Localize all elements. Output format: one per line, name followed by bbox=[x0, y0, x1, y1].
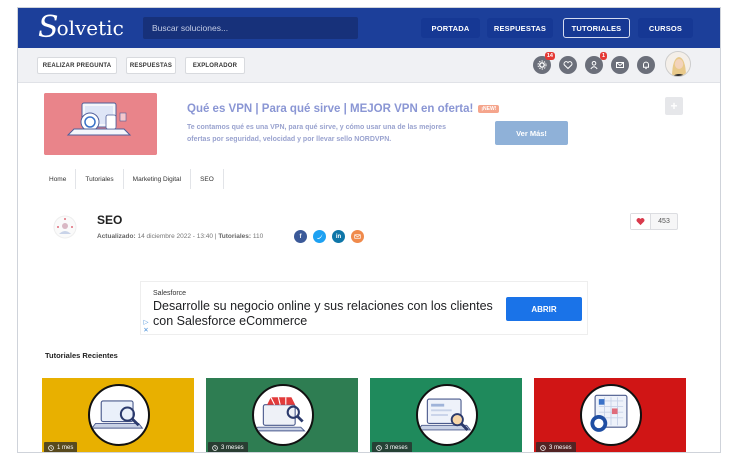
user-toolbar: REALIZAR PREGUNTA RESPUESTAS EXPLORADOR … bbox=[18, 48, 720, 83]
card-time-label: 1 mes bbox=[44, 442, 78, 452]
linkedin-share-icon[interactable]: in bbox=[332, 230, 345, 243]
breadcrumb-home[interactable]: Home bbox=[40, 169, 77, 189]
advertisement[interactable]: Salesforce Desarrolle su negocio online … bbox=[140, 281, 588, 335]
tutorial-card[interactable]: 3 meses bbox=[534, 378, 686, 452]
tutorial-card[interactable]: 1 mes bbox=[42, 378, 194, 452]
card-time-label: 3 meses bbox=[372, 442, 412, 452]
card-illustration bbox=[416, 384, 478, 446]
clock-icon bbox=[212, 445, 218, 451]
ad-choices-icon[interactable]: ▷ ✕ bbox=[141, 319, 151, 336]
email-share-icon[interactable] bbox=[351, 230, 364, 243]
envelope-icon bbox=[354, 234, 361, 239]
clock-icon bbox=[48, 445, 54, 451]
favorite-count: 453 bbox=[658, 218, 670, 225]
favorites-icon[interactable] bbox=[559, 56, 577, 74]
ad-text: Desarrolle su negocio online y sus relac… bbox=[153, 299, 493, 328]
envelope-icon bbox=[616, 62, 624, 68]
breadcrumb-tutoriales[interactable]: Tutoriales bbox=[76, 169, 124, 189]
add-button[interactable]: + bbox=[665, 97, 683, 115]
card-illustration bbox=[88, 384, 150, 446]
see-more-button[interactable]: Ver Más! bbox=[495, 121, 568, 145]
nav-portada[interactable]: PORTADA bbox=[421, 18, 480, 38]
ad-brand: Salesforce bbox=[153, 290, 187, 297]
ad-open-button[interactable]: ABRIR bbox=[506, 297, 582, 321]
nav-respuestas[interactable]: RESPUESTAS bbox=[487, 18, 553, 38]
nav-tutoriales[interactable]: TUTORIALES bbox=[563, 18, 630, 38]
tutorial-card[interactable]: 3 meses bbox=[206, 378, 358, 452]
favorite-button[interactable]: 453 bbox=[630, 213, 678, 230]
solvetic-logo[interactable]: Solvetic bbox=[38, 12, 124, 44]
user-badge: 1 bbox=[599, 52, 607, 60]
person-icon bbox=[590, 61, 598, 70]
facebook-share-icon[interactable]: f bbox=[294, 230, 307, 243]
recent-tutorials-heading: Tutoriales Recientes bbox=[45, 351, 118, 360]
settings-badge: 14 bbox=[544, 52, 555, 60]
top-navbar: Solvetic PORTADA RESPUESTAS TUTORIALES C… bbox=[18, 8, 720, 48]
avatar-image bbox=[666, 52, 690, 76]
notifications-icon[interactable] bbox=[637, 56, 655, 74]
answers-button[interactable]: RESPUESTAS bbox=[126, 57, 176, 74]
page-title: SEO bbox=[97, 213, 123, 227]
search-input[interactable] bbox=[143, 17, 358, 39]
bird-icon bbox=[316, 234, 323, 239]
heart-icon bbox=[563, 61, 573, 70]
clock-icon bbox=[540, 445, 546, 451]
heart-icon bbox=[631, 214, 651, 229]
clock-icon bbox=[376, 445, 382, 451]
promo-description: Te contamos qué es una VPN, para qué sir… bbox=[187, 124, 446, 143]
breadcrumb: Home Tutoriales Marketing Digital SEO bbox=[40, 169, 224, 189]
new-tag: ¡NEW! bbox=[478, 104, 500, 113]
vpn-promo-image[interactable] bbox=[44, 93, 157, 155]
twitter-share-icon[interactable] bbox=[313, 230, 326, 243]
laptop-illustration bbox=[44, 93, 157, 155]
seo-category-icon bbox=[53, 215, 77, 239]
settings-icon[interactable]: 14 bbox=[533, 52, 555, 74]
card-time-label: 3 meses bbox=[536, 442, 576, 452]
explorer-button[interactable]: EXPLORADOR bbox=[185, 57, 245, 74]
breadcrumb-seo[interactable]: SEO bbox=[191, 169, 224, 189]
card-illustration bbox=[252, 384, 314, 446]
user-avatar[interactable] bbox=[665, 51, 691, 77]
messages-icon[interactable] bbox=[611, 56, 629, 74]
gear-icon bbox=[537, 60, 547, 70]
bell-icon bbox=[643, 61, 649, 70]
ask-question-button[interactable]: REALIZAR PREGUNTA bbox=[37, 57, 117, 74]
breadcrumb-marketing-digital[interactable]: Marketing Digital bbox=[124, 169, 192, 189]
user-icon[interactable]: 1 bbox=[585, 52, 607, 74]
promo-title[interactable]: Qué es VPN | Para qué sirve | MEJOR VPN … bbox=[187, 103, 500, 115]
card-illustration bbox=[580, 384, 642, 446]
nav-cursos[interactable]: CURSOS bbox=[638, 18, 693, 38]
card-time-label: 3 meses bbox=[208, 442, 248, 452]
tutorial-card[interactable]: 3 meses bbox=[370, 378, 522, 452]
category-meta: Actualizado: 14 diciembre 2022 - 13:40 |… bbox=[97, 233, 264, 240]
browser-page: Solvetic PORTADA RESPUESTAS TUTORIALES C… bbox=[17, 7, 721, 453]
